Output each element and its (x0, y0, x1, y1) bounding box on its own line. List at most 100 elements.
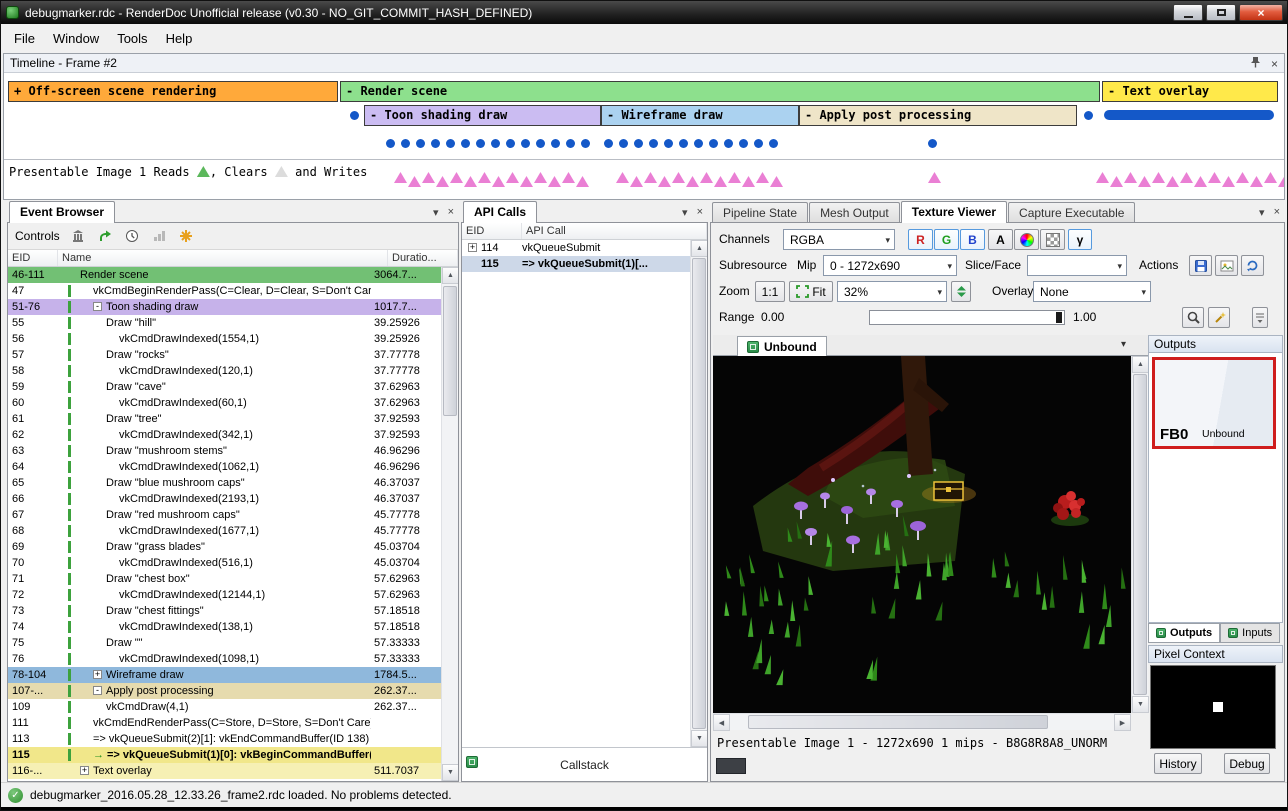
scroll-up-icon[interactable]: ▲ (691, 240, 708, 257)
column-api-call[interactable]: API Call (522, 223, 707, 239)
maximize-button[interactable] (1206, 4, 1236, 21)
tab-outputs[interactable]: Outputs (1148, 623, 1220, 643)
event-row[interactable]: 78-104+Wireframe draw1784.5... (8, 667, 441, 683)
range-min-value[interactable]: 0.00 (761, 307, 784, 328)
range-slider[interactable] (869, 310, 1065, 325)
tree-expander[interactable]: + (93, 670, 102, 679)
text-overlay-draws-bar[interactable] (1104, 110, 1274, 120)
texture-vertical-scrollbar[interactable]: ▲ ▼ (1131, 356, 1148, 713)
save-texture-button[interactable] (1189, 255, 1212, 276)
write-marker[interactable] (714, 176, 727, 187)
event-row[interactable]: 111vkCmdEndRenderPass(C=Store, D=Store, … (8, 715, 441, 731)
timeline-bar-wireframe[interactable]: - Wireframe draw (601, 105, 799, 126)
write-marker[interactable] (644, 172, 657, 183)
write-marker[interactable] (394, 172, 407, 183)
event-row[interactable]: 57Draw "rocks"37.77778 (8, 347, 441, 363)
tree-expander[interactable]: - (93, 302, 102, 311)
write-marker[interactable] (450, 172, 463, 183)
draw-call-dot[interactable] (709, 139, 718, 148)
timeline-bar-text-overlay[interactable]: - Text overlay (1102, 81, 1278, 102)
write-marker[interactable] (534, 172, 547, 183)
write-marker[interactable] (1208, 172, 1221, 183)
pixel-context-view[interactable] (1150, 665, 1276, 749)
event-row[interactable]: 68vkCmdDrawIndexed(1677,1)45.77778 (8, 523, 441, 539)
event-row[interactable]: 109vkCmdDraw(4,1)262.37... (8, 699, 441, 715)
range-max-value[interactable]: 1.00 (1073, 307, 1096, 328)
write-marker[interactable] (1180, 172, 1193, 183)
write-marker[interactable] (616, 172, 629, 183)
scrollbar-thumb[interactable] (748, 715, 1048, 729)
event-row[interactable]: 70vkCmdDrawIndexed(516,1)45.03704 (8, 555, 441, 571)
event-row[interactable]: 73Draw "chest fittings"57.18518 (8, 603, 441, 619)
tree-expander[interactable]: - (93, 686, 102, 695)
channel-blue-button[interactable]: B (960, 229, 985, 250)
draw-call-dot[interactable] (386, 139, 395, 148)
draw-call-dot[interactable] (769, 139, 778, 148)
chevron-down-icon[interactable]: ▾ (433, 206, 439, 219)
tab-inputs[interactable]: Inputs (1220, 623, 1280, 643)
event-row[interactable]: 64vkCmdDrawIndexed(1062,1)46.96296 (8, 459, 441, 475)
draw-call-dot[interactable] (506, 139, 515, 148)
channel-alpha-button[interactable]: A (988, 229, 1013, 250)
jump-to-eid-icon[interactable] (96, 227, 114, 245)
draw-call-dot[interactable] (536, 139, 545, 148)
column-duration[interactable]: Duratio... (388, 250, 458, 266)
chevron-down-icon[interactable]: ▾ (1259, 206, 1265, 219)
write-marker[interactable] (742, 176, 755, 187)
zoom-level-select[interactable]: 32%▾ (837, 281, 947, 302)
scroll-down-icon[interactable]: ▼ (442, 764, 459, 781)
write-marker[interactable] (576, 176, 589, 187)
write-marker[interactable] (1152, 172, 1165, 183)
chevron-down-icon[interactable]: ▾ (682, 206, 688, 219)
draw-call-dot[interactable] (664, 139, 673, 148)
timeline-bar-toon-shading[interactable]: - Toon shading draw (364, 105, 601, 126)
write-marker[interactable] (506, 172, 519, 183)
tab-api-calls[interactable]: API Calls (463, 201, 537, 223)
timeline-body[interactable]: + Off-screen scene rendering - Render sc… (4, 73, 1284, 199)
draw-call-dot[interactable] (401, 139, 410, 148)
chevron-down-icon[interactable]: ▾ (1121, 339, 1126, 350)
scroll-up-icon[interactable]: ▲ (1132, 356, 1149, 373)
tab-event-browser[interactable]: Event Browser (9, 201, 115, 223)
write-marker[interactable] (928, 172, 941, 183)
toolbar-overflow-button[interactable] (1252, 307, 1268, 328)
custom-display-button[interactable] (1014, 229, 1039, 250)
overlay-select[interactable]: None▾ (1033, 281, 1151, 302)
autofit-range-button[interactable] (1208, 307, 1230, 328)
event-row[interactable]: 47vkCmdBeginRenderPass(C=Clear, D=Clear,… (8, 283, 441, 299)
fb0-thumbnail[interactable]: FB0 Unbound (1152, 357, 1276, 449)
capture-icon[interactable] (69, 227, 87, 245)
texture-image[interactable] (713, 356, 1131, 713)
event-row[interactable]: 62vkCmdDrawIndexed(342,1)37.92593 (8, 427, 441, 443)
write-marker[interactable] (492, 176, 505, 187)
channels-select[interactable]: RGBA▾ (783, 229, 895, 250)
draw-call-dot[interactable] (724, 139, 733, 148)
scrollbar-thumb[interactable] (443, 286, 457, 416)
texture-horizontal-scrollbar[interactable]: ◀ ▶ (713, 713, 1131, 730)
draw-call-dot[interactable] (581, 139, 590, 148)
draw-call-dot[interactable] (679, 139, 688, 148)
draw-call-dot[interactable] (649, 139, 658, 148)
draw-call-dot[interactable] (461, 139, 470, 148)
write-marker[interactable] (630, 176, 643, 187)
slice-face-select[interactable]: ▾ (1027, 255, 1127, 276)
tab-pipeline-state[interactable]: Pipeline State (712, 202, 808, 223)
write-marker[interactable] (1250, 176, 1263, 187)
write-marker[interactable] (464, 176, 477, 187)
event-row[interactable]: 69Draw "grass blades"45.03704 (8, 539, 441, 555)
draw-call-dot[interactable] (350, 111, 359, 120)
timeline-bar-post-processing[interactable]: - Apply post processing (799, 105, 1077, 126)
callstack-label[interactable]: Callstack (462, 758, 707, 772)
open-texture-list-button[interactable] (1215, 255, 1238, 276)
api-call-row[interactable]: +114vkQueueSubmit (462, 240, 690, 256)
column-eid[interactable]: EID (8, 250, 58, 266)
event-row[interactable]: 46-111Render scene3064.7... (8, 267, 441, 283)
fit-button[interactable]: Fit (789, 281, 833, 302)
draw-call-dot[interactable] (739, 139, 748, 148)
draw-call-dot[interactable] (634, 139, 643, 148)
close-icon[interactable]: × (697, 206, 703, 219)
write-marker[interactable] (1138, 176, 1151, 187)
event-row[interactable]: 58vkCmdDrawIndexed(120,1)37.77778 (8, 363, 441, 379)
write-marker[interactable] (658, 176, 671, 187)
zoom-range-button[interactable] (1182, 307, 1204, 328)
